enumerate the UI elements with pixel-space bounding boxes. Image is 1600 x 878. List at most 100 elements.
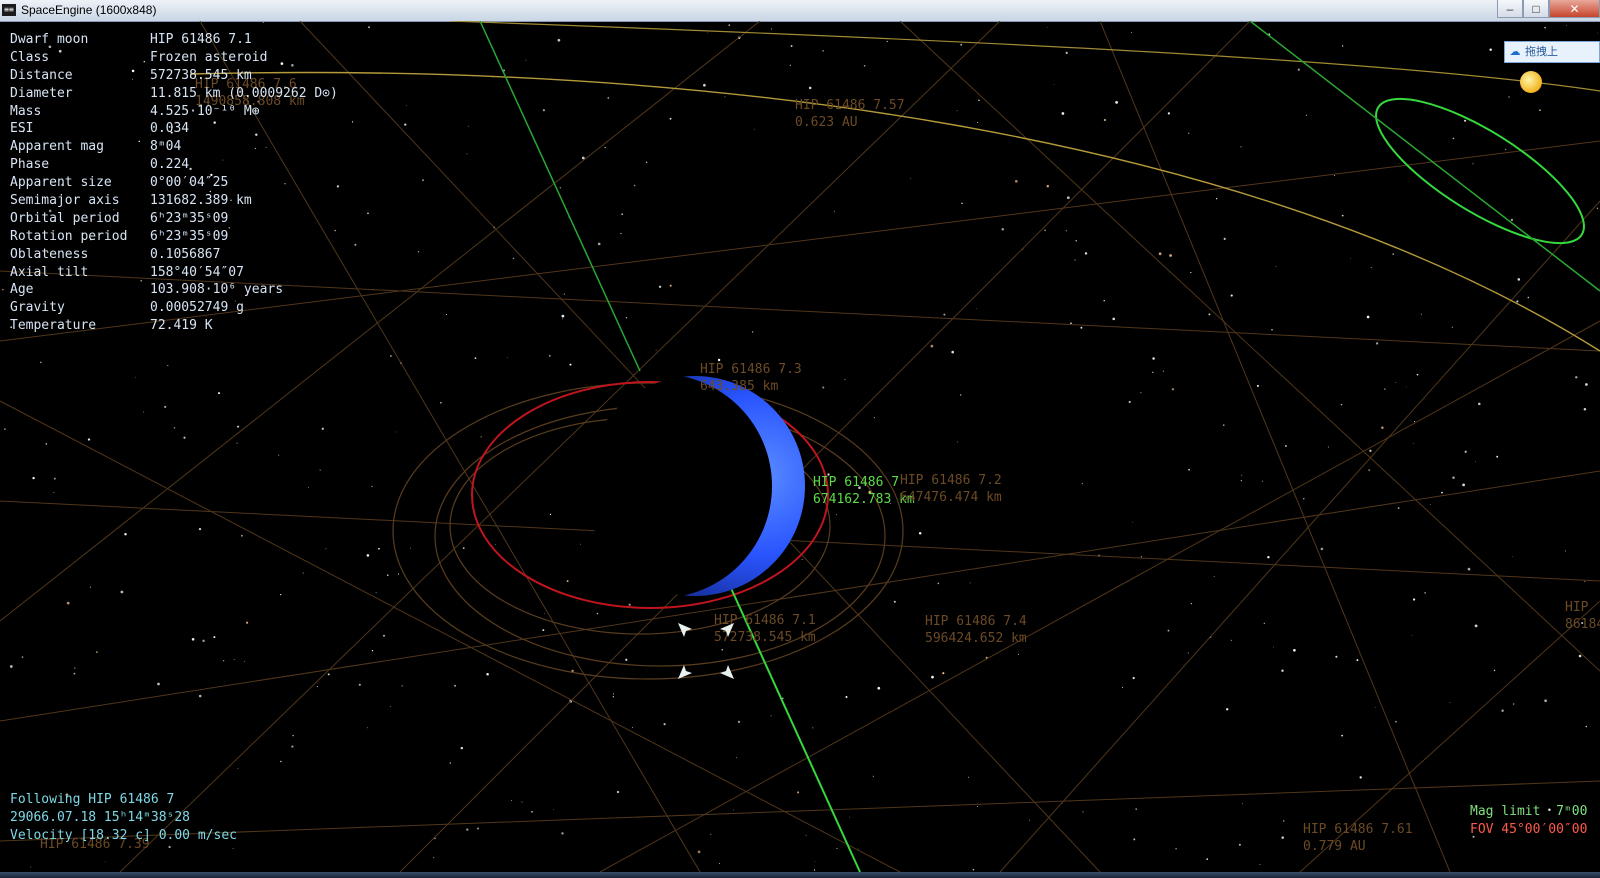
- star: [724, 96, 726, 98]
- star: [445, 314, 447, 316]
- object-label-hip-61486-7-3[interactable]: HIP 61486 7.3 643.385 km: [700, 361, 802, 395]
- window-title: SpaceEngine (1600x848): [21, 3, 157, 17]
- star: [321, 427, 324, 430]
- taskbar[interactable]: [0, 872, 1600, 878]
- star: [1140, 556, 1142, 558]
- star: [468, 125, 470, 127]
- star: [1303, 498, 1305, 500]
- star: [1512, 703, 1515, 705]
- star: [549, 513, 552, 516]
- star: [366, 554, 370, 557]
- star: [1297, 68, 1300, 71]
- star: [1293, 648, 1296, 652]
- star: [1065, 230, 1067, 232]
- star: [836, 847, 838, 850]
- star: [733, 809, 734, 811]
- star: [1464, 450, 1467, 453]
- star: [1381, 426, 1384, 429]
- label-distance: 0.623 AU: [795, 115, 858, 130]
- star: [2, 289, 4, 291]
- star: [822, 386, 825, 389]
- minimize-button[interactable]: –: [1497, 0, 1523, 18]
- object-label-hip-61486-7-61[interactable]: HIP 61486 7.61 0.779 AU: [1303, 821, 1413, 855]
- star: [770, 715, 772, 717]
- star: [918, 532, 922, 535]
- star: [957, 441, 959, 443]
- star: [1206, 858, 1209, 860]
- planet-crescent[interactable]: [585, 376, 805, 596]
- star: [389, 705, 391, 707]
- star: [797, 791, 800, 794]
- star: [1167, 629, 1170, 632]
- star: [621, 213, 624, 216]
- star: [801, 558, 803, 560]
- star: [1414, 421, 1416, 423]
- star: [1281, 669, 1284, 672]
- star: [202, 639, 205, 643]
- star: [544, 613, 545, 614]
- maximize-button[interactable]: □: [1523, 0, 1549, 18]
- star: [512, 257, 515, 260]
- star: [857, 848, 859, 850]
- star: [1271, 328, 1273, 331]
- star: [710, 833, 712, 835]
- star: [808, 86, 812, 90]
- star: [1084, 252, 1088, 255]
- star: [375, 592, 377, 594]
- star: [569, 363, 572, 366]
- label-distance: 643.385 km: [700, 379, 779, 394]
- star: [1066, 196, 1070, 200]
- star: [401, 685, 403, 687]
- label-name: HIP: [1565, 600, 1589, 615]
- close-button[interactable]: ✕: [1549, 0, 1600, 18]
- selection-cursor-icon: [678, 623, 734, 679]
- star: [978, 99, 980, 102]
- object-label-hip-61486-7-2[interactable]: HIP 61486 7.2 647476.474 km: [900, 472, 1002, 506]
- info-key: Diameter: [10, 85, 73, 101]
- object-label-hip-61486-7-4[interactable]: HIP 61486 7.4 596424.652 km: [925, 613, 1027, 647]
- star: [562, 318, 564, 320]
- star: [492, 76, 494, 78]
- info-value: 103.908·10⁶ years: [150, 282, 284, 298]
- star: [812, 727, 814, 729]
- star: [232, 848, 234, 849]
- star: [553, 809, 554, 811]
- lightbulb-icon[interactable]: [1520, 71, 1542, 93]
- label-name: HIP 61486 7.61: [1303, 822, 1413, 837]
- star: [655, 349, 657, 351]
- star: [433, 523, 434, 525]
- star: [387, 574, 389, 576]
- star: [942, 672, 945, 675]
- star: [1397, 507, 1400, 510]
- info-value: 6ʰ23ᵐ35ˢ09: [150, 210, 229, 226]
- star: [951, 350, 954, 354]
- star: [1462, 483, 1465, 487]
- star: [1080, 326, 1083, 329]
- info-value: 6ʰ23ᵐ35ˢ09: [150, 228, 229, 244]
- star: [1044, 229, 1046, 232]
- star: [1578, 654, 1582, 658]
- star: [596, 612, 599, 615]
- star: [1061, 112, 1065, 115]
- star: [280, 593, 282, 596]
- star: [969, 582, 971, 584]
- star: [302, 572, 304, 574]
- object-label-hip-61486-7-57[interactable]: HIP 61486 7.57 0.623 AU: [795, 97, 905, 131]
- star: [237, 425, 240, 428]
- info-key: ESI: [10, 121, 34, 137]
- label-distance: 0.779 AU: [1303, 839, 1366, 854]
- info-row: Oblateness 0.1056867: [10, 246, 338, 264]
- star: [1340, 403, 1343, 406]
- star: [390, 355, 392, 357]
- space-viewport[interactable]: HIP 61486 7.6 1490858.808 km HIP 61486 7…: [0, 21, 1600, 872]
- star: [1169, 254, 1172, 257]
- drag-tool-widget[interactable]: ☁ 拖拽上: [1504, 41, 1600, 63]
- star: [604, 146, 606, 149]
- star: [1416, 373, 1419, 376]
- star: [1501, 709, 1504, 712]
- star: [1242, 803, 1243, 804]
- info-row: Apparent mag 8ᵐ04: [10, 138, 338, 156]
- window-titlebar[interactable]: ≡≡ SpaceEngine (1600x848) – □ ✕: [0, 0, 1600, 22]
- object-label-edge[interactable]: HIP 86184: [1565, 599, 1600, 633]
- star: [1162, 370, 1164, 372]
